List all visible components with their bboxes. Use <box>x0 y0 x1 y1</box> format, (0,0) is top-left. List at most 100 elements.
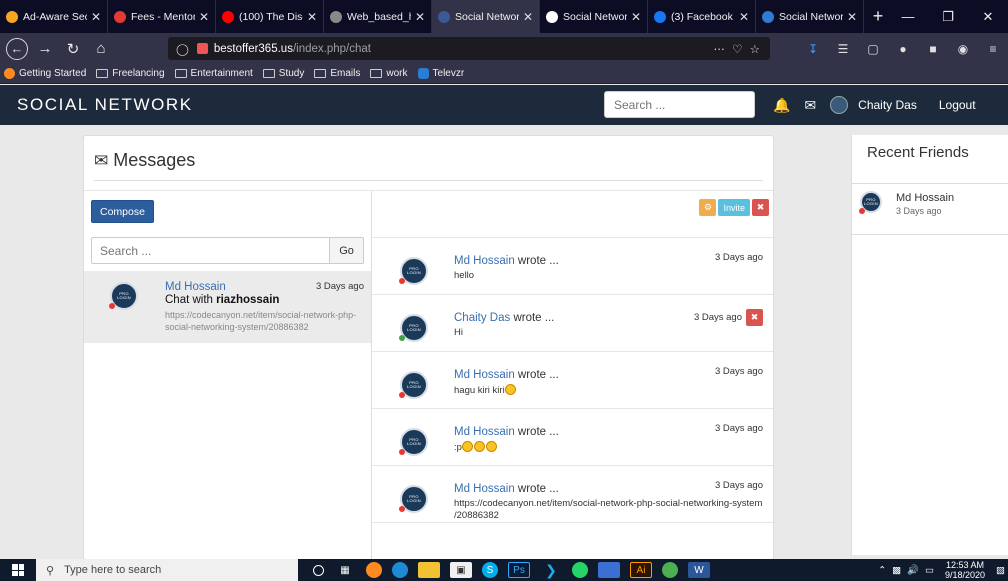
user-name-link[interactable]: Chaity Das <box>858 98 917 112</box>
close-tab-icon[interactable]: ✕ <box>739 10 749 24</box>
notification-icon[interactable]: ▧ <box>996 565 1005 576</box>
close-tab-icon[interactable]: ✕ <box>307 10 317 24</box>
file-explorer-icon[interactable] <box>418 562 440 578</box>
network-icon[interactable]: ▩ <box>892 565 901 576</box>
tab-title: Web_based_home_ <box>347 10 411 23</box>
friend-item[interactable]: PRO LOGIN Md Hossain 3 Days ago <box>852 191 1008 223</box>
tab-title: Fees - Mentors' <box>131 10 195 23</box>
whatsapp-icon[interactable] <box>572 562 588 578</box>
address-bar[interactable]: ◯ bestoffer365.us/index.php/chat ⋯ ♡ ☆ <box>168 37 770 60</box>
tab-title: (100) The Disco <box>239 10 303 23</box>
tab-title: (3) Facebook <box>671 10 733 23</box>
taskbar-search[interactable]: ⚲ Type here to search <box>36 559 298 581</box>
extension-icon[interactable]: ■ <box>922 38 944 60</box>
close-icon[interactable]: ✖ <box>752 199 769 216</box>
download-icon[interactable]: ↧ <box>802 38 824 60</box>
start-button[interactable] <box>0 559 36 581</box>
message-author-link[interactable]: Md Hossain <box>454 369 515 381</box>
system-tray: ⌃ ▩ 🔊 ▭ 12:53 AM 9/18/2020 ▧ <box>875 559 1008 581</box>
browser-tab[interactable]: (3) Facebook ✕ <box>648 0 756 33</box>
avatar[interactable] <box>830 96 849 114</box>
browser-tab[interactable]: Social Network ✕ <box>540 0 648 33</box>
firefox-icon[interactable] <box>366 562 382 578</box>
status-dot <box>399 278 405 284</box>
message-author-link[interactable]: Chaity Das <box>454 312 510 324</box>
bookmark-work[interactable]: work <box>370 68 408 79</box>
status-dot <box>399 392 405 398</box>
gear-icon[interactable]: ⚙ <box>699 199 717 216</box>
logout-link[interactable]: Logout <box>939 98 976 112</box>
illustrator-icon[interactable]: Ai <box>630 562 652 578</box>
folder-icon <box>262 69 275 78</box>
bookmark-freelancing[interactable]: Freelancing <box>96 68 165 79</box>
close-tab-icon[interactable]: ✕ <box>631 10 641 24</box>
clock[interactable]: 12:53 AM 9/18/2020 <box>945 560 985 580</box>
messages-panel: ✉ Messages Compose Go PROLOGIN Md Hossai… <box>83 135 774 560</box>
close-tab-icon[interactable]: ✕ <box>523 10 533 24</box>
bookmark-study[interactable]: Study <box>262 68 304 79</box>
message-author-link[interactable]: Md Hossain <box>454 255 515 267</box>
photoshop-icon[interactable]: Ps <box>508 562 530 578</box>
message-author-link[interactable]: Md Hossain <box>454 426 515 438</box>
browser-tab[interactable]: Fees - Mentors' ✕ <box>108 0 216 33</box>
browser-tab[interactable]: Ad-Aware Secu ✕ <box>0 0 108 33</box>
battery-icon[interactable]: ▭ <box>925 565 934 576</box>
envelope-icon[interactable]: ✉ <box>804 97 816 114</box>
close-tab-icon[interactable]: ✕ <box>415 10 425 24</box>
site-search-input[interactable] <box>604 91 755 118</box>
browser-tab[interactable]: Social Network ✕ <box>756 0 864 33</box>
browser-tab[interactable]: Social Network ✕ <box>432 0 540 33</box>
close-tab-icon[interactable]: ✕ <box>91 10 101 24</box>
vscode-icon[interactable]: ❯ <box>540 562 562 578</box>
back-arrow-icon[interactable]: ← <box>6 37 28 60</box>
search-icon: ⚲ <box>46 564 55 577</box>
message-text: hello <box>454 270 475 281</box>
store-icon[interactable]: ▣ <box>450 562 472 578</box>
cortana-icon[interactable] <box>313 564 324 576</box>
sidebar-icon[interactable]: ▢ <box>862 38 884 60</box>
site-brand[interactable]: SOCIAL NETWORK <box>17 95 193 115</box>
app-icon[interactable] <box>598 562 620 578</box>
favicon-icon <box>114 10 126 23</box>
task-view-icon[interactable]: ▦ <box>334 562 356 578</box>
offline-status-dot <box>859 208 865 214</box>
edge-icon[interactable] <box>392 562 408 578</box>
conversation-item[interactable]: PRO LOGIN Md Hossain 3 Days ago Chat with… <box>84 271 371 343</box>
friend-name[interactable]: Md Hossain <box>896 192 954 204</box>
word-icon[interactable]: W <box>688 562 710 578</box>
globe-icon[interactable]: ◉ <box>952 38 974 60</box>
minimize-icon[interactable]: — <box>888 0 928 33</box>
bookmark-getting-started[interactable]: Getting Started <box>4 68 86 79</box>
conversation-search-input[interactable] <box>91 237 331 264</box>
home-icon[interactable]: ⌂ <box>90 38 112 60</box>
bell-icon[interactable]: 🔔 <box>773 97 790 114</box>
bookmark-emails[interactable]: Emails <box>314 68 360 79</box>
account-icon[interactable]: ● <box>892 38 914 60</box>
page-actions-icon[interactable]: ⋯ ♡ ☆ <box>713 42 762 56</box>
browser-tab[interactable]: Web_based_home_ ✕ <box>324 0 432 33</box>
app-icon[interactable] <box>662 562 678 578</box>
message-author-link[interactable]: Md Hossain <box>454 483 515 495</box>
restore-icon[interactable]: ❐ <box>928 0 968 33</box>
forward-arrow-icon[interactable]: → <box>34 38 56 60</box>
close-tab-icon[interactable]: ✕ <box>847 10 857 24</box>
close-tab-icon[interactable]: ✕ <box>199 10 209 24</box>
chevron-up-icon[interactable]: ⌃ <box>878 565 886 576</box>
invite-button[interactable]: Invite <box>718 199 750 216</box>
message-time: 3 Days ago <box>714 423 763 434</box>
close-window-icon[interactable]: ✕ <box>968 0 1008 33</box>
bookmark-entertainment[interactable]: Entertainment <box>174 68 253 79</box>
skype-icon[interactable]: S <box>482 562 498 578</box>
library-icon[interactable]: ☰ <box>832 38 854 60</box>
bookmark-televzr[interactable]: Televzr <box>417 68 464 79</box>
reload-icon[interactable]: ↻ <box>62 38 84 60</box>
tab-title: Social Network <box>455 10 519 23</box>
conversation-name[interactable]: Md Hossain <box>165 281 226 293</box>
delete-message-icon[interactable]: ✖ <box>746 309 763 326</box>
friend-time: 3 Days ago <box>896 206 942 216</box>
volume-icon[interactable]: 🔊 <box>907 565 919 576</box>
go-button[interactable]: Go <box>330 237 364 264</box>
menu-icon[interactable]: ≡ <box>982 38 1004 60</box>
compose-button[interactable]: Compose <box>91 200 154 223</box>
browser-tab[interactable]: (100) The Disco ✕ <box>216 0 324 33</box>
